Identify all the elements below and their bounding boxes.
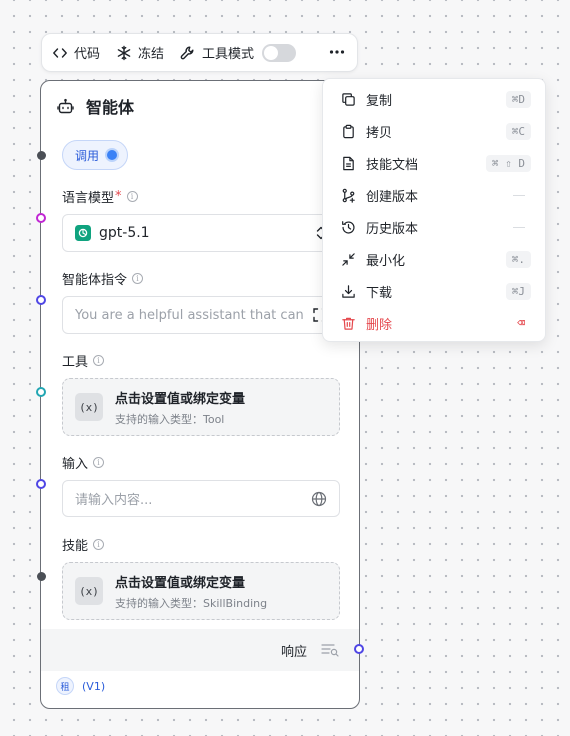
invoke-label: 调用 [75, 148, 100, 163]
menu-item-label: 复制 [366, 93, 393, 109]
version-badge: 租 [56, 677, 74, 695]
shortcut-hint: ⌘J [505, 282, 531, 300]
invoke-status-dot [107, 150, 118, 160]
info-icon: i [93, 539, 105, 550]
model-label: 语言模型 [62, 191, 115, 206]
required-mark: * [115, 189, 122, 204]
minimize-icon [342, 252, 355, 266]
response-output-row: 响应 [41, 629, 359, 671]
model-field-label: 语言模型 * i [62, 187, 138, 206]
no-shortcut-mark [513, 226, 525, 228]
snowflake-icon [117, 45, 131, 60]
input-field-label: 输入 i [62, 453, 105, 472]
openai-logo-icon [75, 225, 91, 241]
agent-node-card[interactable]: 智能体 调用 语言模型 * i gpt-5.1 智能体指令 i You are … [40, 80, 360, 709]
menu-item-label: 历史版本 [366, 221, 419, 237]
shortcut-hint: ⌫ [517, 315, 525, 331]
more-options-button[interactable] [327, 42, 347, 62]
info-icon: i [132, 273, 144, 284]
inspect-output-icon[interactable] [321, 643, 339, 657]
skills-box-title: 点击设置值或绑定变量 [115, 575, 246, 591]
shortcut-hint: ⌘D [505, 90, 531, 108]
tools-input-port[interactable] [36, 387, 46, 397]
node-context-menu: 复制 ⌘D 拷贝 ⌘C 技能文档 ⌘ ⇧ D 创建版本 历史版本 最小化 ⌘. … [322, 78, 546, 342]
input-placeholder: 请输入内容... [75, 493, 153, 508]
tool-mode-toggle[interactable] [262, 43, 297, 62]
wrench-icon [180, 46, 194, 59]
code-button[interactable]: 代码 [52, 43, 100, 62]
tools-label: 工具 [62, 355, 89, 370]
model-select[interactable]: gpt-5.1 [62, 214, 340, 252]
menu-item-duplicate[interactable]: 复制 ⌘D [323, 83, 545, 115]
skills-field-label: 技能 i [62, 535, 105, 554]
clipboard-icon [343, 124, 354, 138]
menu-item-label: 最小化 [366, 253, 406, 269]
freeze-button[interactable]: 冻结 [116, 43, 164, 62]
tools-variable-box[interactable]: (x) 点击设置值或绑定变量 支持的输入类型：Tool [62, 378, 340, 436]
node-toolbar: 代码 冻结 工具模式 [41, 33, 358, 72]
info-icon: i [93, 355, 105, 366]
menu-item-create-version[interactable]: 创建版本 [323, 179, 545, 211]
invoke-badge[interactable]: 调用 [62, 140, 129, 170]
menu-item-label: 创建版本 [366, 189, 419, 205]
menu-item-label: 拷贝 [366, 125, 393, 141]
instructions-field-label: 智能体指令 i [62, 269, 144, 288]
branch-icon [342, 188, 355, 203]
shortcut-hint: ⌘. [505, 250, 531, 268]
shortcut-hint: ⌘C [505, 122, 531, 140]
model-input-port[interactable] [36, 213, 46, 223]
input-port[interactable] [36, 479, 46, 489]
document-icon [343, 156, 354, 170]
info-icon: i [93, 457, 105, 468]
skills-variable-box[interactable]: (x) 点击设置值或绑定变量 支持的输入类型：SkillBinding [62, 562, 340, 620]
tool-mode-button[interactable]: 工具模式 [180, 43, 254, 62]
instructions-input-port[interactable] [36, 295, 46, 305]
menu-item-copy[interactable]: 拷贝 ⌘C [323, 115, 545, 147]
tools-field-label: 工具 i [62, 351, 105, 370]
variable-icon: (x) [75, 577, 103, 605]
tools-box-title: 点击设置值或绑定变量 [115, 391, 246, 407]
tools-box-subtitle: 支持的输入类型：Tool [115, 412, 225, 426]
robot-icon [57, 98, 74, 113]
skills-label: 技能 [62, 539, 89, 554]
skills-input-port[interactable] [37, 572, 46, 581]
menu-item-version-history[interactable]: 历史版本 [323, 211, 545, 243]
node-title: 智能体 [86, 98, 135, 117]
code-icon [53, 47, 67, 58]
history-icon [342, 220, 355, 233]
menu-item-label: 技能文档 [366, 157, 419, 173]
menu-item-label: 删除 [366, 317, 393, 333]
trash-icon [342, 317, 355, 330]
menu-item-download[interactable]: 下载 ⌘J [323, 275, 545, 307]
menu-item-minimize[interactable]: 最小化 ⌘. [323, 243, 545, 275]
text-input[interactable]: 请输入内容... [62, 480, 340, 517]
skills-box-subtitle: 支持的输入类型：SkillBinding [115, 596, 268, 610]
shortcut-hint: ⌘ ⇧ D [485, 154, 531, 172]
no-shortcut-mark [513, 194, 525, 196]
instructions-label: 智能体指令 [62, 273, 128, 288]
freeze-label: 冻结 [138, 47, 165, 62]
card-header: 智能体 [41, 81, 359, 131]
info-icon: i [126, 191, 138, 202]
download-icon [342, 284, 355, 298]
globe-icon[interactable] [311, 491, 327, 507]
copy-icon [342, 92, 355, 106]
invoke-input-port[interactable] [37, 151, 46, 160]
input-label: 输入 [62, 457, 89, 472]
version-label: (V1) [82, 679, 106, 693]
menu-item-skill-docs[interactable]: 技能文档 ⌘ ⇧ D [323, 147, 545, 179]
version-row: 租 (V1) [56, 677, 105, 695]
model-value: gpt-5.1 [99, 225, 150, 241]
menu-item-delete[interactable]: 删除 ⌫ [323, 307, 545, 339]
instructions-placeholder: You are a helpful assistant that can [75, 307, 304, 323]
variable-icon: (x) [75, 393, 103, 421]
response-label: 响应 [280, 644, 307, 660]
menu-item-label: 下载 [366, 285, 393, 301]
tool-mode-label: 工具模式 [202, 47, 255, 62]
instructions-input[interactable]: You are a helpful assistant that can [62, 296, 340, 334]
more-horizontal-icon [329, 50, 345, 54]
response-output-port[interactable] [354, 644, 364, 654]
code-label: 代码 [74, 47, 101, 62]
